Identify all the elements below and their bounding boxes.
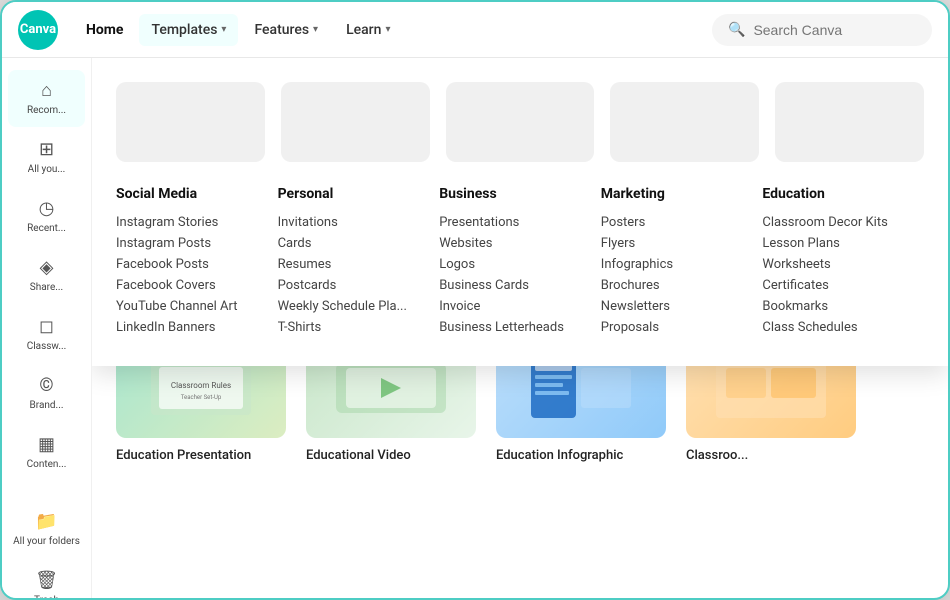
thumbnail-education[interactable]: [775, 82, 924, 162]
grid-icon: ⊞: [39, 139, 54, 160]
link-newsletters[interactable]: Newsletters: [601, 296, 763, 317]
content-area: Social Media Instagram Stories Instagram…: [92, 58, 948, 598]
link-weekly-schedule[interactable]: Weekly Schedule Pla...: [278, 296, 440, 317]
sidebar-label-designs: All you...: [28, 164, 66, 176]
personal-heading: Personal: [278, 186, 440, 202]
sidebar-label-shared: Share...: [30, 282, 63, 294]
link-classroom-decor-kits[interactable]: Classroom Decor Kits: [762, 212, 924, 233]
categories-grid: Social Media Instagram Stories Instagram…: [116, 186, 924, 338]
sidebar-label-classroom: Classw...: [27, 341, 67, 353]
app-wrapper: Canva Home Templates ▾ Features ▾ Learn …: [0, 0, 950, 600]
link-business-cards[interactable]: Business Cards: [439, 275, 601, 296]
link-posters[interactable]: Posters: [601, 212, 763, 233]
link-flyers[interactable]: Flyers: [601, 233, 763, 254]
link-certificates[interactable]: Certificates: [762, 275, 924, 296]
logo-text: Canva: [20, 22, 56, 37]
thumbnail-row: [116, 82, 924, 162]
clock-icon: ◷: [39, 198, 55, 219]
link-websites[interactable]: Websites: [439, 233, 601, 254]
link-worksheets[interactable]: Worksheets: [762, 254, 924, 275]
link-cards[interactable]: Cards: [278, 233, 440, 254]
svg-text:Classroom Rules: Classroom Rules: [171, 381, 231, 390]
link-postcards[interactable]: Postcards: [278, 275, 440, 296]
folder-icon: 📁: [35, 511, 57, 532]
link-presentations[interactable]: Presentations: [439, 212, 601, 233]
nav-home[interactable]: Home: [74, 14, 135, 46]
templates-dropdown: Social Media Instagram Stories Instagram…: [92, 58, 948, 366]
link-brochures[interactable]: Brochures: [601, 275, 763, 296]
search-icon: 🔍: [728, 22, 745, 38]
link-linkedin-banners[interactable]: LinkedIn Banners: [116, 317, 278, 338]
edu-vid-label: Educational Video: [306, 448, 411, 463]
sidebar-item-designs[interactable]: ⊞ All you...: [8, 129, 85, 186]
link-proposals[interactable]: Proposals: [601, 317, 763, 338]
brand-icon: ©: [39, 375, 53, 396]
link-tshirts[interactable]: T-Shirts: [278, 317, 440, 338]
classroom-icon: ◻: [39, 316, 54, 337]
nav-templates[interactable]: Templates ▾: [139, 14, 238, 46]
topbar: Canva Home Templates ▾ Features ▾ Learn …: [2, 2, 948, 58]
edu-info-label: Education Infographic: [496, 448, 623, 463]
trash-icon: 🗑: [35, 570, 58, 591]
category-marketing: Marketing Posters Flyers Infographics Br…: [601, 186, 763, 338]
link-instagram-stories[interactable]: Instagram Stories: [116, 212, 278, 233]
thumbnail-social[interactable]: [116, 82, 265, 162]
nav-features[interactable]: Features ▾: [242, 14, 330, 46]
link-resumes[interactable]: Resumes: [278, 254, 440, 275]
business-heading: Business: [439, 186, 601, 202]
sidebar-label-home: Recom...: [27, 105, 66, 117]
sidebar-item-content[interactable]: ▦ Conten...: [8, 424, 85, 481]
link-youtube-channel-art[interactable]: YouTube Channel Art: [116, 296, 278, 317]
svg-text:Teacher Set-Up: Teacher Set-Up: [181, 394, 222, 401]
thumbnail-marketing[interactable]: [610, 82, 759, 162]
sidebar-item-recent[interactable]: ◷ Recent...: [8, 188, 85, 245]
thumbnail-personal[interactable]: [281, 82, 430, 162]
link-class-schedules[interactable]: Class Schedules: [762, 317, 924, 338]
sidebar-item-home[interactable]: ⌂ Recom...: [8, 70, 85, 127]
templates-chevron-icon: ▾: [221, 24, 226, 35]
link-facebook-covers[interactable]: Facebook Covers: [116, 275, 278, 296]
link-lesson-plans[interactable]: Lesson Plans: [762, 233, 924, 254]
learn-chevron-icon: ▾: [385, 24, 390, 35]
shared-icon: ◈: [40, 257, 54, 278]
sidebar-label-folders: All your folders: [13, 536, 80, 548]
link-bookmarks[interactable]: Bookmarks: [762, 296, 924, 317]
nav-learn[interactable]: Learn ▾: [334, 14, 402, 46]
sidebar-label-content: Conten...: [27, 459, 67, 471]
sidebar-item-brand[interactable]: © Brand...: [8, 365, 85, 422]
category-personal: Personal Invitations Cards Resumes Postc…: [278, 186, 440, 338]
sidebar-label-recent: Recent...: [27, 223, 66, 235]
link-instagram-posts[interactable]: Instagram Posts: [116, 233, 278, 254]
link-logos[interactable]: Logos: [439, 254, 601, 275]
classroo-label: Classroo...: [686, 448, 748, 463]
edu-pres-label: Education Presentation: [116, 448, 251, 463]
category-business: Business Presentations Websites Logos Bu…: [439, 186, 601, 338]
sidebar-item-trash[interactable]: 🗑 Trash: [8, 560, 85, 598]
search-input[interactable]: [753, 22, 916, 38]
sidebar: ⌂ Recom... ⊞ All you... ◷ Recent... ◈ Sh…: [2, 58, 92, 598]
canva-logo[interactable]: Canva: [18, 10, 58, 50]
main-layout: ⌂ Recom... ⊞ All you... ◷ Recent... ◈ Sh…: [2, 58, 948, 598]
sidebar-label-trash: Trash: [34, 595, 59, 598]
link-facebook-posts[interactable]: Facebook Posts: [116, 254, 278, 275]
link-infographics[interactable]: Infographics: [601, 254, 763, 275]
thumbnail-business[interactable]: [446, 82, 595, 162]
home-icon: ⌂: [41, 80, 52, 101]
content-icon: ▦: [38, 434, 55, 455]
marketing-heading: Marketing: [601, 186, 763, 202]
link-invitations[interactable]: Invitations: [278, 212, 440, 233]
search-bar[interactable]: 🔍: [712, 14, 932, 46]
education-heading: Education: [762, 186, 924, 202]
social-media-heading: Social Media: [116, 186, 278, 202]
sidebar-item-folders[interactable]: 📁 All your folders: [8, 501, 85, 558]
sidebar-item-shared[interactable]: ◈ Share...: [8, 247, 85, 304]
link-business-letterheads[interactable]: Business Letterheads: [439, 317, 601, 338]
category-social-media: Social Media Instagram Stories Instagram…: [116, 186, 278, 338]
main-nav: Home Templates ▾ Features ▾ Learn ▾: [74, 14, 402, 46]
sidebar-item-classroom[interactable]: ◻ Classw...: [8, 306, 85, 363]
link-invoice[interactable]: Invoice: [439, 296, 601, 317]
features-chevron-icon: ▾: [313, 24, 318, 35]
category-education: Education Classroom Decor Kits Lesson Pl…: [762, 186, 924, 338]
sidebar-label-brand: Brand...: [30, 400, 64, 412]
